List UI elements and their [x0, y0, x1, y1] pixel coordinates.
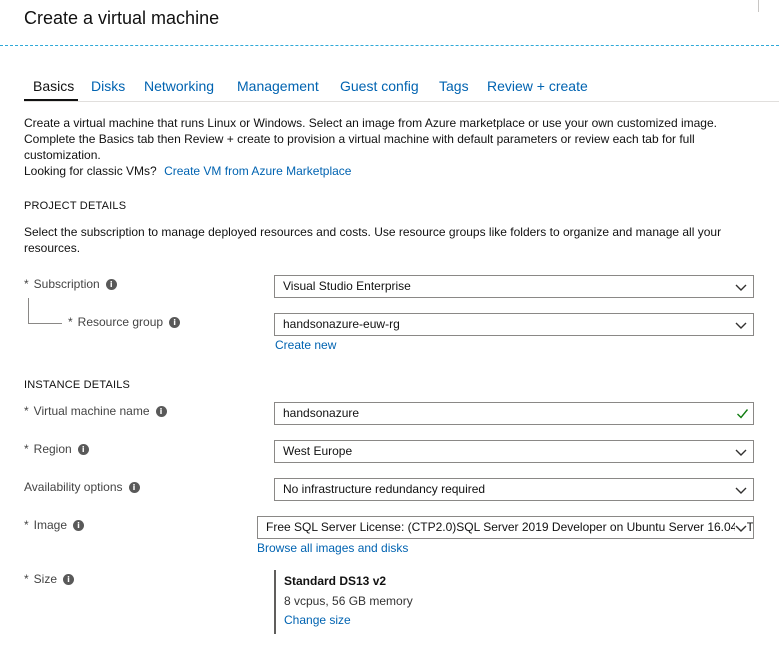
availability-label: Availability options i — [24, 480, 140, 494]
info-icon[interactable]: i — [105, 278, 117, 290]
size-spec: 8 vcpus, 56 GB memory — [284, 594, 413, 608]
size-name: Standard DS13 v2 — [284, 574, 387, 588]
image-value: Free SQL Server License: (CTP2.0)SQL Ser… — [266, 520, 754, 534]
required-marker: * — [24, 442, 29, 456]
availability-label-text: Availability options — [24, 480, 123, 494]
availability-select[interactable]: No infrastructure redundancy required — [274, 478, 754, 501]
subscription-value: Visual Studio Enterprise — [283, 279, 411, 293]
classic-vm-line: Looking for classic VMs? Create VM from … — [24, 163, 764, 179]
tab-disks[interactable]: Disks — [91, 78, 125, 94]
create-new-resource-group-link[interactable]: Create new — [275, 338, 336, 352]
tab-tags[interactable]: Tags — [439, 78, 469, 94]
subscription-label: * Subscription i — [24, 277, 117, 291]
subscription-select[interactable]: Visual Studio Enterprise — [274, 275, 754, 298]
tab-basics[interactable]: Basics — [33, 78, 74, 94]
required-marker: * — [24, 518, 29, 532]
info-icon[interactable]: i — [169, 316, 181, 328]
required-marker: * — [24, 277, 29, 291]
size-label-text: Size — [33, 572, 58, 586]
size-summary: Standard DS13 v2 8 vcpus, 56 GB memory C… — [274, 570, 474, 634]
vm-name-label-text: Virtual machine name — [33, 404, 150, 418]
image-label-text: Image — [33, 518, 68, 532]
size-label: * Size i — [24, 572, 75, 586]
region-value: West Europe — [283, 444, 353, 458]
tab-guest-config[interactable]: Guest config — [340, 78, 419, 94]
region-select[interactable]: West Europe — [274, 440, 754, 463]
required-marker: * — [24, 572, 29, 586]
tab-management[interactable]: Management — [237, 78, 319, 94]
info-icon[interactable]: i — [155, 405, 167, 417]
required-marker: * — [68, 315, 73, 329]
info-icon[interactable]: i — [128, 481, 140, 493]
info-icon[interactable]: i — [63, 573, 75, 585]
active-tab-indicator — [24, 99, 78, 101]
change-size-link[interactable]: Change size — [284, 613, 351, 627]
blade-header: Create a virtual machine — [0, 0, 779, 46]
tab-networking[interactable]: Networking — [144, 78, 214, 94]
create-from-marketplace-link[interactable]: Create VM from Azure Marketplace — [164, 164, 351, 178]
chevron-down-icon — [735, 322, 747, 329]
tab-strip: Basics Disks Networking Management Guest… — [24, 74, 779, 102]
tab-review-create[interactable]: Review + create — [487, 78, 588, 94]
page-title: Create a virtual machine — [24, 8, 220, 28]
project-details-description: Select the subscription to manage deploy… — [24, 225, 722, 255]
chevron-down-icon — [735, 522, 747, 534]
intro-text: Create a virtual machine that runs Linux… — [24, 116, 717, 162]
instance-details-heading: INSTANCE DETAILS — [24, 379, 131, 391]
classic-vm-question: Looking for classic VMs? — [24, 164, 157, 178]
image-label: * Image i — [24, 518, 85, 532]
resource-group-label-text: Resource group — [77, 315, 164, 329]
vm-name-label: * Virtual machine name i — [24, 404, 167, 418]
region-label: * Region i — [24, 442, 89, 456]
required-marker: * — [24, 404, 29, 418]
availability-value: No infrastructure redundancy required — [283, 482, 486, 496]
info-icon[interactable]: i — [73, 519, 85, 531]
browse-images-link[interactable]: Browse all images and disks — [257, 541, 408, 555]
resource-group-value: handsonazure-euw-rg — [283, 317, 400, 331]
resource-group-select[interactable]: handsonazure-euw-rg — [274, 313, 754, 336]
tree-connector-vertical — [28, 298, 29, 324]
chevron-down-icon — [735, 449, 747, 456]
image-select[interactable]: Free SQL Server License: (CTP2.0)SQL Ser… — [257, 516, 754, 539]
tree-connector-horizontal — [28, 323, 62, 324]
chevron-down-icon — [735, 284, 747, 291]
chevron-down-icon — [735, 487, 747, 494]
project-details-heading: PROJECT DETAILS — [24, 200, 127, 212]
info-icon[interactable]: i — [77, 443, 89, 455]
vm-name-input[interactable]: handsonazure — [274, 402, 754, 425]
region-label-text: Region — [33, 442, 72, 456]
vm-name-value: handsonazure — [283, 406, 360, 420]
subscription-label-text: Subscription — [33, 277, 100, 291]
resource-group-label: * Resource group i — [68, 315, 181, 329]
check-icon — [737, 409, 749, 419]
